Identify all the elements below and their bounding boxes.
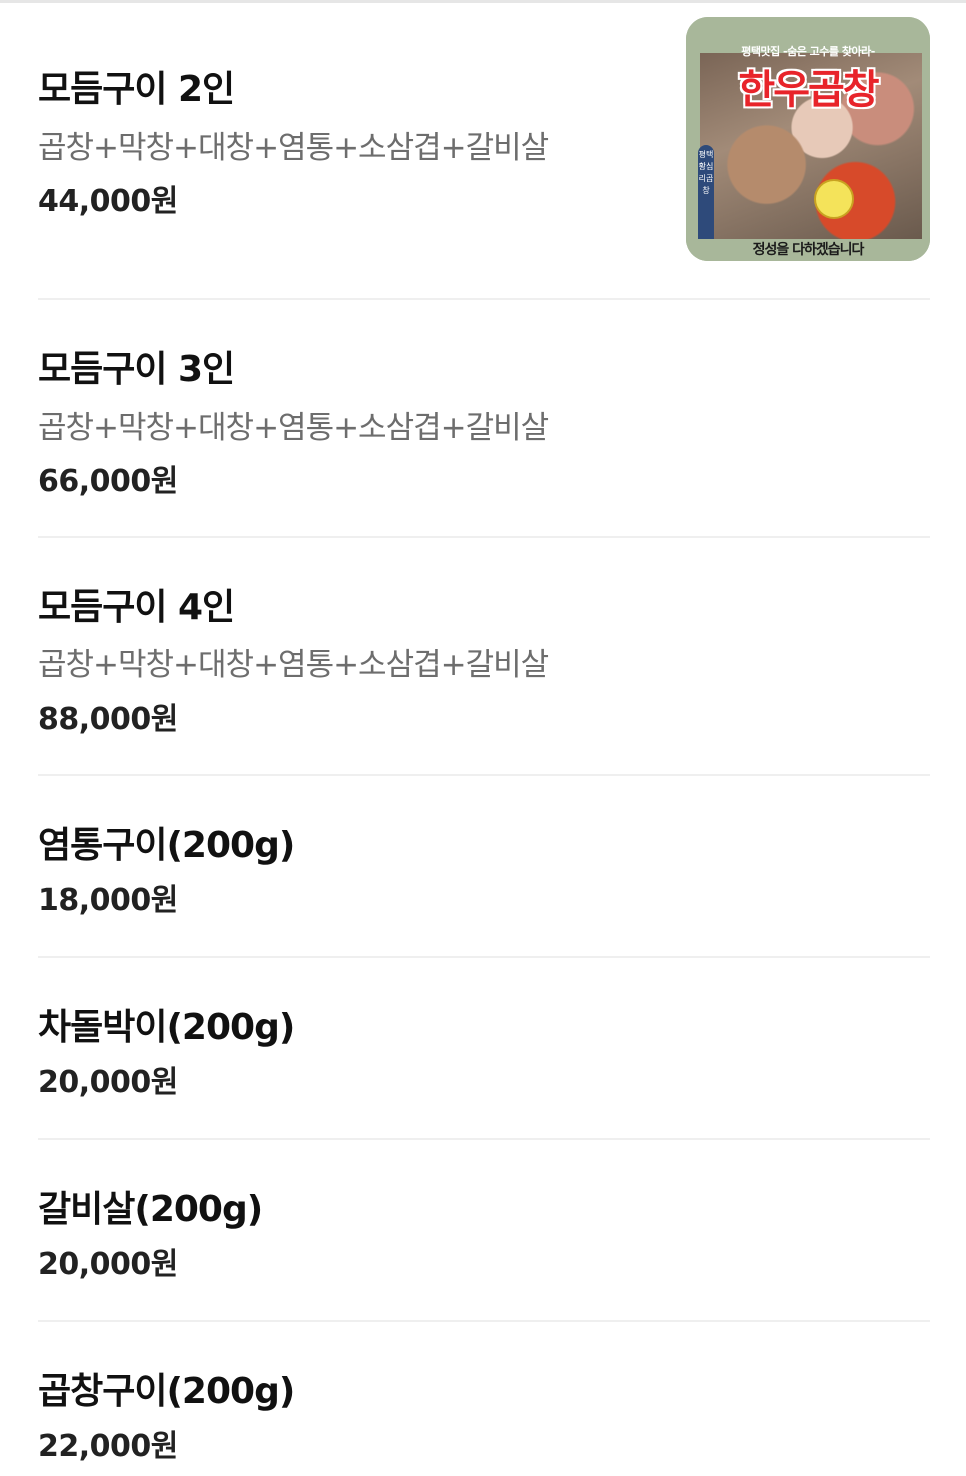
thumbnail-bottom-caption: 정성을 다하겠습니다: [686, 239, 930, 261]
menu-item-description: 곱창+막창+대창+염통+소삼겹+갈비살: [38, 410, 549, 446]
menu-item[interactable]: 염통구이(200g) 18,000원: [38, 776, 930, 958]
menu-item-name: 차돌박이(200g): [38, 1007, 295, 1048]
menu-item[interactable]: 곱창구이(200g) 22,000원: [38, 1322, 930, 1476]
thumbnail-side-tag: 평택 황심리곱창: [698, 145, 714, 251]
menu-item-price: 20,000원: [38, 1247, 178, 1282]
menu-item-price: 18,000원: [38, 883, 178, 918]
thumbnail-badge: [814, 179, 854, 219]
menu-item-thumbnail[interactable]: 평택맛집 -숨은 고수를 찾아라- 한우곱창 평택 황심리곱창 정성을 다하겠습…: [686, 17, 930, 261]
menu-item[interactable]: 모듬구이 4인 곱창+막창+대창+염통+소삼겹+갈비살 88,000원: [38, 538, 930, 776]
menu-item-name: 모듬구이 3인: [38, 349, 235, 390]
menu-item[interactable]: 차돌박이(200g) 20,000원: [38, 958, 930, 1140]
menu-item-price: 44,000원: [38, 184, 178, 219]
menu-item-name: 갈비살(200g): [38, 1189, 263, 1230]
menu-item-name: 곱창구이(200g): [38, 1371, 295, 1412]
menu-item-description: 곱창+막창+대창+염통+소삼겹+갈비살: [38, 130, 549, 166]
menu-item-price: 66,000원: [38, 464, 178, 499]
menu-item-name: 모듬구이 2인: [38, 69, 235, 110]
thumbnail-title: 한우곱창: [738, 67, 879, 113]
menu-item-description: 곱창+막창+대창+염통+소삼겹+갈비살: [38, 647, 549, 683]
menu-item-price: 88,000원: [38, 702, 178, 737]
menu-item-name: 염통구이(200g): [38, 825, 295, 866]
menu-item[interactable]: 갈비살(200g) 20,000원: [38, 1140, 930, 1322]
menu-item-price: 20,000원: [38, 1065, 178, 1100]
menu-item-name: 모듬구이 4인: [38, 587, 235, 628]
menu-item[interactable]: 모듬구이 3인 곱창+막창+대창+염통+소삼겹+갈비살 66,000원: [38, 300, 930, 538]
menu-item-price: 22,000원: [38, 1429, 178, 1464]
